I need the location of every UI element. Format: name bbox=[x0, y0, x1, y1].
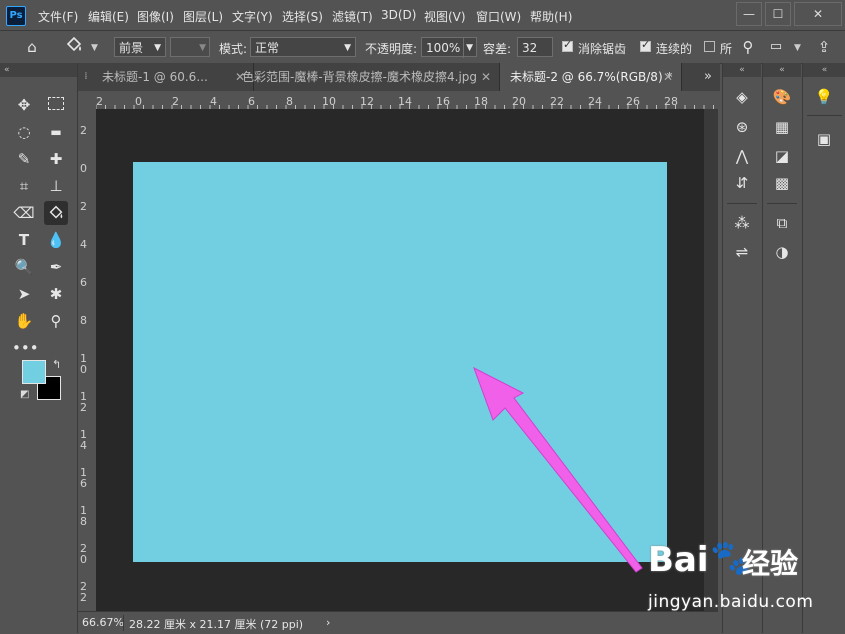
swatches-icon[interactable]: ▦ bbox=[770, 115, 794, 139]
brushes-icon[interactable]: ⁂ bbox=[730, 211, 754, 235]
panel-collapse-icon[interactable]: « bbox=[763, 63, 801, 77]
layers-icon[interactable]: ◈ bbox=[730, 85, 754, 109]
learn-icon[interactable]: ▣ bbox=[812, 127, 836, 151]
foreground-color-swatch[interactable] bbox=[22, 360, 46, 384]
baidu-logo: Bai bbox=[648, 540, 709, 580]
jingyan-text: 经验 bbox=[742, 547, 799, 580]
channels-icon[interactable]: ⊛ bbox=[730, 115, 754, 139]
zoom-level[interactable]: 66.67% bbox=[82, 616, 124, 629]
lightbulb-icon[interactable]: 💡 bbox=[812, 85, 836, 109]
paths-icon[interactable]: ⋀ bbox=[730, 144, 754, 168]
status-bar: 66.67% 28.22 厘米 x 21.17 厘米 (72 ppi) › bbox=[78, 611, 718, 634]
document-info: 28.22 厘米 x 21.17 厘米 (72 ppi) bbox=[129, 618, 304, 631]
panel-collapse-icon[interactable]: « bbox=[803, 63, 845, 77]
watermark-url: jingyan.baidu.com bbox=[648, 592, 814, 612]
gradients-icon[interactable]: ◪ bbox=[770, 144, 794, 168]
status-menu-chevron-icon[interactable]: › bbox=[326, 616, 330, 629]
baidu-jingyan-watermark: Bai 🐾 经验 jingyan.baidu.com bbox=[648, 538, 838, 622]
history-icon[interactable]: ⇵ bbox=[730, 171, 754, 195]
libraries-icon[interactable]: ⧉ bbox=[770, 211, 794, 235]
panel-collapse-icon[interactable]: « bbox=[723, 63, 761, 77]
adjustments-icon[interactable]: ◑ bbox=[770, 240, 794, 264]
patterns-icon[interactable]: ▩ bbox=[770, 171, 794, 195]
properties-icon[interactable]: ⇌ bbox=[730, 240, 754, 264]
color-palette-icon[interactable]: 🎨 bbox=[770, 85, 794, 109]
